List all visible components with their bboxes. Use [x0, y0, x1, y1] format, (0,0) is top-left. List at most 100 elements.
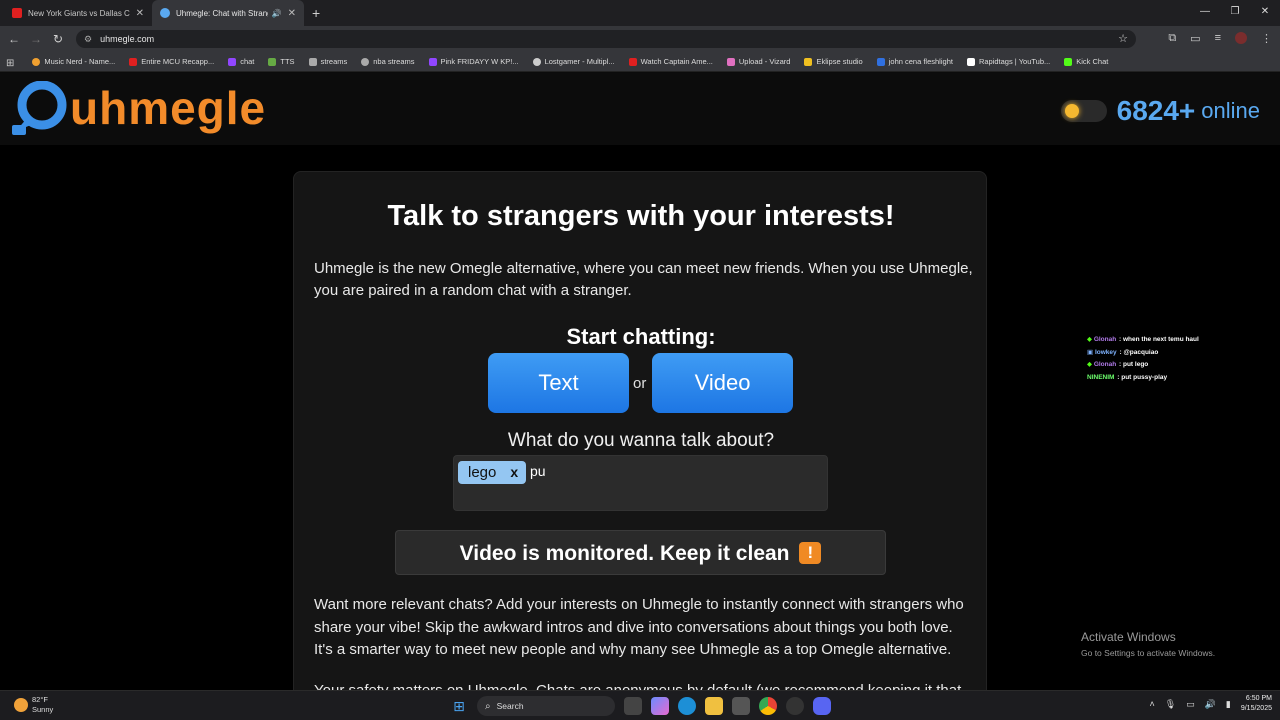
- taskbar-apps: ⊞ ⌕ Search: [450, 696, 831, 716]
- twitch-icon: [228, 57, 237, 66]
- bookmark-favicon: [268, 57, 277, 66]
- bookmark-item[interactable]: Pink FRIDAYY W KP!...: [428, 57, 519, 66]
- minimize-icon[interactable]: —: [1190, 0, 1220, 26]
- logo-text: uhmegle: [70, 82, 267, 134]
- media-controls-icon[interactable]: ≡: [1215, 32, 1221, 45]
- reload-icon[interactable]: ↻: [47, 32, 69, 46]
- window-controls: — ❐ ✕: [1190, 0, 1280, 26]
- online-label: online: [1201, 98, 1260, 123]
- browser-tab-strip: New York Giants vs Dallas Cowb ✕ Uhmegle…: [0, 0, 1280, 26]
- discord-icon[interactable]: [813, 697, 831, 715]
- bookmark-item[interactable]: Upload - Vizard: [726, 57, 790, 66]
- bookmark-item[interactable]: Lostgamer - Multipl...: [532, 57, 615, 66]
- address-toolbar: ← → ↻ ⚙ uhmegle.com ☆ ⧉ ▭ ≡ ⋮: [0, 26, 1280, 52]
- bookmark-item[interactable]: chat: [228, 57, 254, 66]
- close-window-icon[interactable]: ✕: [1250, 0, 1280, 26]
- new-tab-button[interactable]: +: [312, 5, 320, 21]
- bookmark-favicon: [308, 57, 317, 66]
- tab-title: New York Giants vs Dallas Cowb: [28, 8, 130, 18]
- taskbar-clock[interactable]: 6:50 PM 9/15/2025: [1241, 694, 1272, 714]
- or-label: or: [633, 375, 647, 392]
- bookmark-item[interactable]: nba streams: [361, 57, 415, 66]
- chat-username: Iowkey: [1094, 348, 1117, 356]
- weather-widget[interactable]: 82°F Sunny: [14, 695, 53, 715]
- bookmark-item[interactable]: Rapidtags | YouTub...: [966, 57, 1050, 66]
- store-icon[interactable]: [732, 697, 750, 715]
- taskbar-search[interactable]: ⌕ Search: [477, 696, 615, 716]
- site-logo[interactable]: uhmegle: [12, 81, 266, 135]
- interests-input[interactable]: lego x pu: [453, 455, 828, 511]
- chrome-icon[interactable]: [759, 697, 777, 715]
- bookmark-item[interactable]: streams: [308, 57, 347, 66]
- text-chat-button[interactable]: Text: [488, 353, 629, 413]
- bookmark-item[interactable]: Watch Captain Ame...: [628, 57, 713, 66]
- chat-text: put pussy-play: [1121, 373, 1168, 381]
- chat-message: NINENIM : put pussy-play: [1087, 373, 1168, 381]
- remove-tag-button[interactable]: x: [510, 461, 518, 484]
- weather-condition: Sunny: [32, 705, 54, 714]
- apps-grid-icon[interactable]: ⊞: [6, 58, 18, 69]
- moderation-notice-text: Video is monitored. Keep it clean: [459, 542, 790, 565]
- interest-typed-text[interactable]: pu: [530, 461, 546, 481]
- uhmegle-logo-icon: [12, 81, 67, 135]
- close-tab-icon[interactable]: ✕: [288, 8, 296, 19]
- forward-arrow-icon[interactable]: →: [25, 32, 47, 46]
- back-arrow-icon[interactable]: ←: [3, 32, 25, 46]
- obs-icon[interactable]: [786, 697, 804, 715]
- weather-temp: 82°F: [32, 695, 48, 704]
- tab-nfl-game[interactable]: New York Giants vs Dallas Cowb ✕: [0, 0, 152, 26]
- maximize-icon[interactable]: ❐: [1220, 0, 1250, 26]
- kick-icon: [1064, 57, 1073, 66]
- task-view-icon[interactable]: [624, 697, 642, 715]
- chat-username: NINENIM: [1087, 373, 1115, 381]
- online-indicator: 6824+ online: [1060, 95, 1260, 127]
- copilot-icon[interactable]: [651, 697, 669, 715]
- volume-icon[interactable]: 🔊: [1205, 699, 1216, 710]
- chat-text: put lego: [1122, 361, 1149, 368]
- extensions-icon[interactable]: ⧉: [1168, 32, 1176, 45]
- bookmark-item[interactable]: Music Nerd - Name...: [32, 57, 115, 66]
- bookmark-favicon: [804, 57, 813, 66]
- site-header: uhmegle 6824+ online: [0, 73, 1280, 145]
- address-bar[interactable]: ⚙ uhmegle.com ☆: [76, 30, 1136, 48]
- bookmark-item[interactable]: Eklipse studio: [804, 57, 863, 66]
- youtube-icon: [12, 8, 22, 18]
- system-tray: ˄ 🎙 ▭ 🔊 ▮ 6:50 PM 9/15/2025: [1149, 694, 1272, 714]
- bookmarks-bar: ⊞ Music Nerd - Name... Entire MCU Recapp…: [0, 52, 1280, 72]
- bookmark-favicon: [876, 57, 885, 66]
- profile-avatar[interactable]: [1235, 32, 1247, 44]
- taskbar-search-label: Search: [496, 701, 524, 711]
- menu-icon[interactable]: ⋮: [1261, 32, 1272, 45]
- bookmark-item[interactable]: Kick Chat: [1064, 57, 1108, 66]
- battery-icon[interactable]: ▮: [1226, 699, 1231, 710]
- theme-toggle[interactable]: [1060, 100, 1107, 122]
- windows-start-icon[interactable]: ⊞: [450, 697, 468, 715]
- tab-title: Uhmegle: Chat with Strange: [176, 8, 268, 18]
- page-title: Talk to strangers with your interests!: [387, 200, 895, 232]
- network-icon[interactable]: ▭: [1186, 699, 1195, 710]
- bookmark-star-icon[interactable]: ☆: [1118, 32, 1128, 45]
- bookmark-item[interactable]: john cena fleshlight: [876, 57, 953, 66]
- microphone-icon[interactable]: 🎙: [1165, 699, 1176, 710]
- bookmark-favicon: [32, 57, 41, 66]
- bookmark-item[interactable]: TTS: [268, 57, 295, 66]
- chat-username: Glonah: [1093, 361, 1117, 368]
- clock-date: 9/15/2025: [1240, 705, 1272, 712]
- edge-icon[interactable]: [678, 697, 696, 715]
- bookmark-item[interactable]: Entire MCU Recapp...: [129, 57, 214, 66]
- interests-label: What do you wanna talk about?: [507, 430, 775, 451]
- audio-playing-icon[interactable]: 🔊: [272, 9, 282, 18]
- tray-overflow-icon[interactable]: ˄: [1149, 699, 1154, 709]
- interest-tag-label: lego: [468, 464, 497, 481]
- sun-icon: [1064, 104, 1079, 118]
- windows-taskbar: 82°F Sunny ⊞ ⌕ Search ˄ 🎙 ▭ 🔊 ▮ 6:50 PM …: [0, 690, 1280, 720]
- file-explorer-icon[interactable]: [705, 697, 723, 715]
- site-info-icon[interactable]: ⚙: [84, 34, 92, 45]
- tab-uhmegle[interactable]: Uhmegle: Chat with Strange 🔊 ✕: [152, 0, 304, 26]
- sidebar-icon[interactable]: ▭: [1190, 32, 1200, 45]
- close-tab-icon[interactable]: ✕: [136, 8, 144, 19]
- video-chat-button[interactable]: Video: [652, 353, 793, 413]
- chat-username: Glonah: [1093, 336, 1117, 343]
- start-chatting-label: Start chatting:: [566, 324, 716, 349]
- badge-icon: ◆: [1087, 336, 1092, 343]
